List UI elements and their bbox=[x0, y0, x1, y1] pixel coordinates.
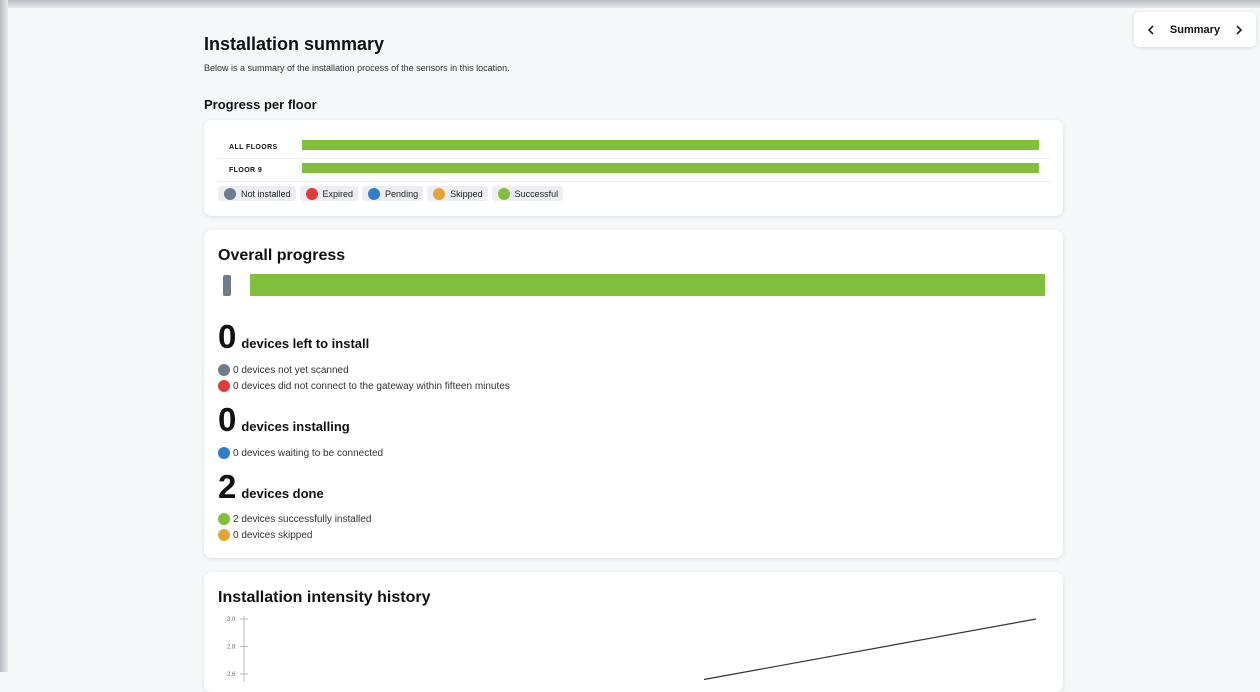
stat-line-text: 2 devices successfully installed bbox=[233, 513, 372, 525]
status-dot-icon bbox=[218, 364, 230, 376]
stat-line: 0 devices did not connect to the gateway… bbox=[218, 380, 510, 392]
floor-label: FLOOR 9 bbox=[229, 167, 263, 174]
intensity-line-chart: 3.0 2.8 2.6 bbox=[227, 616, 1037, 682]
stat-line-text: 0 devices skipped bbox=[233, 529, 313, 541]
stat-line-text: 0 devices not yet scanned bbox=[233, 364, 349, 376]
status-dot-icon bbox=[224, 187, 236, 200]
legend-pending: Pending bbox=[362, 186, 424, 201]
page-title: Installation summary bbox=[204, 34, 385, 54]
window-frame-top bbox=[0, 0, 1260, 8]
status-dot-icon bbox=[368, 187, 381, 200]
floor-progress-bar bbox=[302, 163, 1039, 173]
not-installed-segment bbox=[223, 275, 231, 296]
progress-per-floor-card: ALL FLOORS FLOOR 9 Not installed Expired… bbox=[204, 120, 1063, 216]
chevron-left-icon[interactable] bbox=[1144, 23, 1158, 37]
status-dot-icon bbox=[433, 187, 446, 200]
stat-line: 2 devices successfully installed bbox=[218, 513, 371, 525]
page-subtitle: Below is a summary of the installation p… bbox=[204, 63, 510, 73]
y-tick-label: 2.6 bbox=[227, 672, 236, 678]
stat-done: 2 devices done bbox=[218, 470, 324, 503]
series-line bbox=[703, 618, 1037, 681]
legend-label: Successful bbox=[514, 188, 559, 199]
status-dot-icon bbox=[305, 187, 318, 200]
status-dot-icon bbox=[218, 513, 230, 525]
stat-label: devices installing bbox=[241, 419, 350, 434]
stat-count: 0 bbox=[218, 318, 237, 355]
legend-expired: Expired bbox=[299, 186, 359, 201]
overall-progress-card: Overall progress 0 devices left to insta… bbox=[204, 230, 1063, 558]
stat-count: 0 bbox=[218, 401, 237, 438]
legend-label: Expired bbox=[322, 188, 354, 199]
stat-count: 2 bbox=[218, 468, 237, 505]
progress-per-floor-title: Progress per floor bbox=[204, 97, 317, 112]
legend-label: Skipped bbox=[450, 188, 483, 199]
y-tick-label: 2.8 bbox=[227, 645, 236, 651]
stat-left-to-install: 0 devices left to install bbox=[218, 320, 369, 353]
legend-skipped: Skipped bbox=[427, 186, 488, 201]
legend-label: Not installed bbox=[241, 188, 291, 199]
floor-progress-bar bbox=[302, 140, 1039, 150]
overall-progress-title: Overall progress bbox=[218, 247, 346, 264]
stat-label: devices left to install bbox=[241, 336, 370, 351]
floor-label: ALL FLOORS bbox=[229, 144, 278, 151]
status-dot-icon bbox=[497, 187, 510, 200]
stat-line-text: 0 devices waiting to be connected bbox=[233, 447, 384, 459]
legend-successful: Successful bbox=[491, 186, 564, 201]
status-dot-icon bbox=[218, 447, 230, 459]
stat-line-text: 0 devices did not connect to the gateway… bbox=[233, 380, 510, 392]
intensity-history-card: Installation intensity history 3.0 2.8 2.6 bbox=[204, 572, 1063, 692]
floor-row-9[interactable]: FLOOR 9 bbox=[218, 159, 1050, 182]
summary-navigator: Summary bbox=[1134, 12, 1256, 47]
status-dot-icon bbox=[218, 529, 230, 541]
window-frame-left bbox=[0, 0, 8, 672]
status-dot-icon bbox=[218, 380, 230, 392]
legend-not-installed: Not installed bbox=[218, 186, 296, 201]
status-legend: Not installed Expired Pending Skipped Su… bbox=[218, 186, 564, 201]
stat-line: 0 devices skipped bbox=[218, 529, 313, 541]
legend-label: Pending bbox=[385, 188, 419, 199]
y-tick-label: 3.0 bbox=[227, 617, 236, 623]
successful-segment bbox=[250, 274, 1045, 296]
y-ticks: 3.0 2.8 2.6 bbox=[227, 617, 248, 678]
chevron-right-icon[interactable] bbox=[1232, 23, 1246, 37]
stat-line: 0 devices not yet scanned bbox=[218, 364, 349, 376]
stat-label: devices done bbox=[241, 486, 324, 501]
stat-installing: 0 devices installing bbox=[218, 403, 350, 436]
summary-nav-label: Summary bbox=[1169, 23, 1221, 36]
stat-line: 0 devices waiting to be connected bbox=[218, 447, 383, 459]
floor-row-all[interactable]: ALL FLOORS bbox=[218, 136, 1050, 159]
